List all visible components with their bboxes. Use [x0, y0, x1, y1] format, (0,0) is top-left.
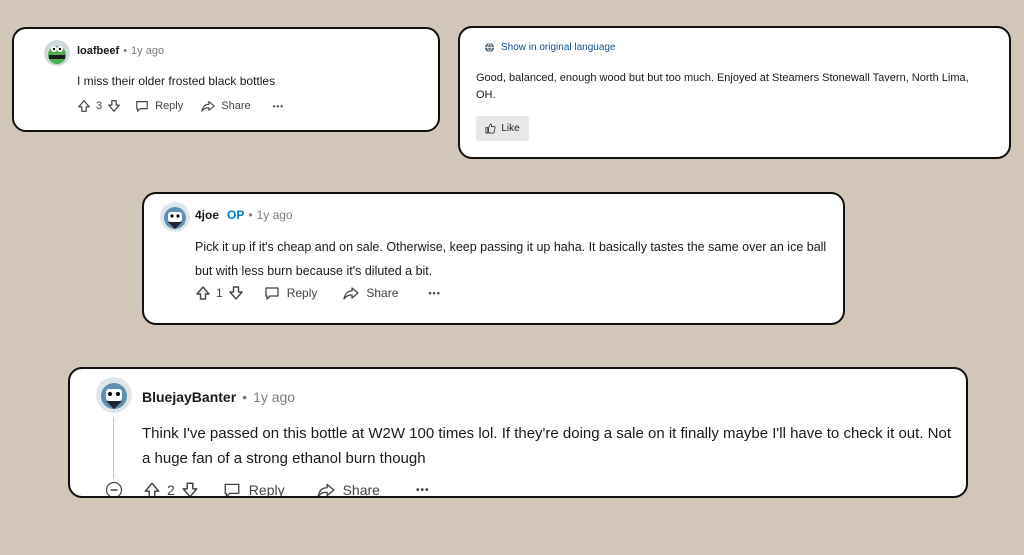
reply-icon	[224, 483, 240, 496]
share-label: Share	[221, 100, 251, 112]
share-icon	[317, 483, 335, 496]
comment-text: Pick it up if it's cheap and on sale. Ot…	[195, 240, 827, 278]
translated-comment-card: Show in original language Good, balanced…	[458, 26, 1011, 159]
share-label: Share	[366, 286, 399, 300]
downvote-icon[interactable]	[228, 285, 244, 301]
meta-separator: •	[242, 389, 248, 405]
username[interactable]: loafbeef	[77, 45, 119, 57]
reply-icon	[136, 101, 148, 112]
avatar-loafbeef[interactable]	[44, 40, 70, 66]
like-button[interactable]: Like	[476, 116, 529, 141]
reply-label: Reply	[155, 100, 184, 112]
share-icon	[343, 287, 360, 300]
comment-card-loafbeef: loafbeef • 1y ago I miss their older fro…	[12, 27, 440, 132]
timestamp[interactable]: 1y ago	[253, 389, 295, 405]
comment-card-4joe: 4joe OP • 1y ago Pick it up if it's chea…	[142, 192, 845, 325]
show-original-label: Show in original language	[501, 42, 616, 53]
op-badge: OP	[227, 208, 245, 222]
timestamp[interactable]: 1y ago	[257, 208, 293, 222]
comment-actions: 2 Reply Share •••	[105, 481, 430, 498]
reply-label: Reply	[286, 286, 318, 300]
meta-separator: •	[123, 45, 128, 57]
upvote-icon[interactable]	[77, 99, 91, 113]
upvote-icon[interactable]	[143, 481, 161, 496]
reply-button[interactable]: Reply	[135, 99, 183, 113]
translated-text: Good, balanced, enough wood but but too …	[476, 72, 969, 102]
comment-card-bluejaybanter: BluejayBanter • 1y ago Think I've passed…	[68, 367, 968, 498]
reply-icon	[265, 287, 279, 300]
vote-count: 2	[167, 482, 175, 498]
share-button[interactable]: Share	[343, 285, 398, 301]
comment-text: I miss their older frosted black bottles	[77, 74, 276, 88]
show-original-language-link[interactable]: Show in original language	[484, 42, 616, 53]
comment-actions: 1 Reply Share •••	[195, 285, 441, 301]
downvote-icon[interactable]	[181, 481, 199, 496]
username[interactable]: 4joe	[195, 208, 219, 222]
share-icon	[201, 101, 215, 112]
more-options-button[interactable]: •••	[273, 102, 284, 111]
reply-label: Reply	[248, 482, 285, 498]
comment-text: Think I've passed on this bottle at W2W …	[142, 425, 951, 467]
username[interactable]: BluejayBanter	[142, 389, 236, 405]
vote-count: 3	[96, 100, 103, 112]
vote-count: 1	[216, 286, 223, 300]
upvote-icon[interactable]	[195, 285, 211, 301]
meta-separator: •	[248, 208, 253, 222]
share-label: Share	[342, 482, 380, 498]
more-options-button[interactable]: •••	[416, 485, 430, 496]
share-button[interactable]: Share	[317, 481, 380, 498]
thumbs-up-icon	[485, 123, 496, 134]
downvote-icon[interactable]	[107, 99, 121, 113]
reply-button[interactable]: Reply	[223, 481, 285, 498]
collapse-thread-icon[interactable]	[105, 481, 123, 496]
like-label: Like	[501, 123, 520, 134]
comment-meta: loafbeef • 1y ago	[77, 45, 164, 57]
reply-button[interactable]: Reply	[264, 285, 318, 301]
globe-icon	[484, 42, 495, 53]
thread-line[interactable]	[113, 417, 114, 479]
avatar-4joe[interactable]	[160, 202, 190, 232]
more-options-button[interactable]: •••	[428, 288, 440, 298]
comment-meta: 4joe OP • 1y ago	[195, 208, 293, 222]
timestamp[interactable]: 1y ago	[131, 45, 164, 57]
comment-actions: 3 Reply Share •••	[77, 99, 284, 113]
avatar-bluejaybanter[interactable]	[96, 377, 132, 413]
share-button[interactable]: Share	[201, 99, 251, 113]
comment-meta: BluejayBanter • 1y ago	[142, 389, 295, 405]
